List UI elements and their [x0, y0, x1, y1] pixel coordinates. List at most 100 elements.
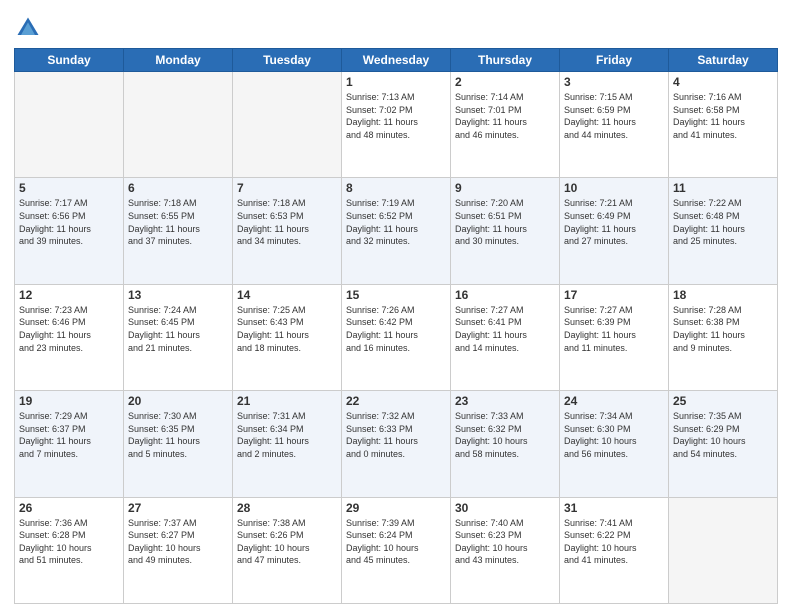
day-number: 17 [564, 288, 664, 302]
col-header-sunday: Sunday [15, 49, 124, 72]
day-number: 20 [128, 394, 228, 408]
day-info: Sunrise: 7:39 AM Sunset: 6:24 PM Dayligh… [346, 517, 446, 567]
day-number: 7 [237, 181, 337, 195]
day-info: Sunrise: 7:36 AM Sunset: 6:28 PM Dayligh… [19, 517, 119, 567]
day-number: 14 [237, 288, 337, 302]
day-info: Sunrise: 7:25 AM Sunset: 6:43 PM Dayligh… [237, 304, 337, 354]
day-info: Sunrise: 7:19 AM Sunset: 6:52 PM Dayligh… [346, 197, 446, 247]
calendar-cell: 21 Sunrise: 7:31 AM Sunset: 6:34 PM Dayli… [233, 391, 342, 497]
day-number: 21 [237, 394, 337, 408]
day-info: Sunrise: 7:35 AM Sunset: 6:29 PM Dayligh… [673, 410, 773, 460]
calendar-cell: 24 Sunrise: 7:34 AM Sunset: 6:30 PM Dayli… [560, 391, 669, 497]
day-info: Sunrise: 7:17 AM Sunset: 6:56 PM Dayligh… [19, 197, 119, 247]
day-info: Sunrise: 7:23 AM Sunset: 6:46 PM Dayligh… [19, 304, 119, 354]
calendar-cell [15, 72, 124, 178]
calendar-cell: 8 Sunrise: 7:19 AM Sunset: 6:52 PM Daylig… [342, 178, 451, 284]
day-number: 8 [346, 181, 446, 195]
day-info: Sunrise: 7:18 AM Sunset: 6:55 PM Dayligh… [128, 197, 228, 247]
calendar-cell: 27Sunrise: 7:37 AM Sunset: 6:27 PM Dayli… [124, 497, 233, 603]
col-header-wednesday: Wednesday [342, 49, 451, 72]
day-info: Sunrise: 7:40 AM Sunset: 6:23 PM Dayligh… [455, 517, 555, 567]
day-info: Sunrise: 7:18 AM Sunset: 6:53 PM Dayligh… [237, 197, 337, 247]
col-header-friday: Friday [560, 49, 669, 72]
logo-icon [14, 14, 42, 42]
day-info: Sunrise: 7:29 AM Sunset: 6:37 PM Dayligh… [19, 410, 119, 460]
calendar-cell: 14 Sunrise: 7:25 AM Sunset: 6:43 PM Dayli… [233, 284, 342, 390]
page: SundayMondayTuesdayWednesdayThursdayFrid… [0, 0, 792, 612]
day-number: 16 [455, 288, 555, 302]
calendar-cell: 16 Sunrise: 7:27 AM Sunset: 6:41 PM Dayli… [451, 284, 560, 390]
day-number: 30 [455, 501, 555, 515]
day-number: 1 [346, 75, 446, 89]
calendar-cell: 1 Sunrise: 7:13 AM Sunset: 7:02 PM Daylig… [342, 72, 451, 178]
day-number: 3 [564, 75, 664, 89]
day-info: Sunrise: 7:20 AM Sunset: 6:51 PM Dayligh… [455, 197, 555, 247]
day-info: Sunrise: 7:13 AM Sunset: 7:02 PM Dayligh… [346, 91, 446, 141]
col-header-saturday: Saturday [669, 49, 778, 72]
day-number: 2 [455, 75, 555, 89]
day-info: Sunrise: 7:34 AM Sunset: 6:30 PM Dayligh… [564, 410, 664, 460]
calendar-cell: 22 Sunrise: 7:32 AM Sunset: 6:33 PM Dayli… [342, 391, 451, 497]
day-number: 23 [455, 394, 555, 408]
calendar-cell: 13 Sunrise: 7:24 AM Sunset: 6:45 PM Dayli… [124, 284, 233, 390]
calendar-cell: 17 Sunrise: 7:27 AM Sunset: 6:39 PM Dayli… [560, 284, 669, 390]
day-number: 28 [237, 501, 337, 515]
calendar-cell: 26 Sunrise: 7:36 AM Sunset: 6:28 PM Dayli… [15, 497, 124, 603]
day-number: 26 [19, 501, 119, 515]
calendar-cell [233, 72, 342, 178]
day-number: 6 [128, 181, 228, 195]
day-info: Sunrise: 7:15 AM Sunset: 6:59 PM Dayligh… [564, 91, 664, 141]
calendar-cell [124, 72, 233, 178]
calendar-cell: 23 Sunrise: 7:33 AM Sunset: 6:32 PM Dayli… [451, 391, 560, 497]
day-number: 4 [673, 75, 773, 89]
day-number: 18 [673, 288, 773, 302]
day-number: 24 [564, 394, 664, 408]
day-number: 12 [19, 288, 119, 302]
calendar-cell: 18 Sunrise: 7:28 AM Sunset: 6:38 PM Dayli… [669, 284, 778, 390]
calendar-cell: 11 Sunrise: 7:22 AM Sunset: 6:48 PM Dayli… [669, 178, 778, 284]
day-info: Sunrise: 7:26 AM Sunset: 6:42 PM Dayligh… [346, 304, 446, 354]
calendar-cell: 6 Sunrise: 7:18 AM Sunset: 6:55 PM Daylig… [124, 178, 233, 284]
calendar-cell: 5Sunrise: 7:17 AM Sunset: 6:56 PM Daylig… [15, 178, 124, 284]
day-info: Sunrise: 7:21 AM Sunset: 6:49 PM Dayligh… [564, 197, 664, 247]
day-number: 13 [128, 288, 228, 302]
col-header-tuesday: Tuesday [233, 49, 342, 72]
day-info: Sunrise: 7:31 AM Sunset: 6:34 PM Dayligh… [237, 410, 337, 460]
day-number: 31 [564, 501, 664, 515]
calendar-cell: 4 Sunrise: 7:16 AM Sunset: 6:58 PM Daylig… [669, 72, 778, 178]
day-number: 10 [564, 181, 664, 195]
day-info: Sunrise: 7:30 AM Sunset: 6:35 PM Dayligh… [128, 410, 228, 460]
day-info: Sunrise: 7:14 AM Sunset: 7:01 PM Dayligh… [455, 91, 555, 141]
calendar-cell: 20 Sunrise: 7:30 AM Sunset: 6:35 PM Dayli… [124, 391, 233, 497]
logo [14, 14, 44, 42]
day-number: 25 [673, 394, 773, 408]
day-info: Sunrise: 7:27 AM Sunset: 6:41 PM Dayligh… [455, 304, 555, 354]
day-info: Sunrise: 7:32 AM Sunset: 6:33 PM Dayligh… [346, 410, 446, 460]
calendar-cell: 10 Sunrise: 7:21 AM Sunset: 6:49 PM Dayli… [560, 178, 669, 284]
calendar-cell: 15 Sunrise: 7:26 AM Sunset: 6:42 PM Dayli… [342, 284, 451, 390]
calendar-cell: 30 Sunrise: 7:40 AM Sunset: 6:23 PM Dayli… [451, 497, 560, 603]
day-info: Sunrise: 7:24 AM Sunset: 6:45 PM Dayligh… [128, 304, 228, 354]
calendar-cell: 2 Sunrise: 7:14 AM Sunset: 7:01 PM Daylig… [451, 72, 560, 178]
calendar-cell [669, 497, 778, 603]
day-info: Sunrise: 7:38 AM Sunset: 6:26 PM Dayligh… [237, 517, 337, 567]
col-header-thursday: Thursday [451, 49, 560, 72]
calendar-cell: 31Sunrise: 7:41 AM Sunset: 6:22 PM Dayli… [560, 497, 669, 603]
calendar-cell: 19 Sunrise: 7:29 AM Sunset: 6:37 PM Dayli… [15, 391, 124, 497]
day-number: 15 [346, 288, 446, 302]
day-info: Sunrise: 7:16 AM Sunset: 6:58 PM Dayligh… [673, 91, 773, 141]
day-number: 22 [346, 394, 446, 408]
calendar-cell: 28 Sunrise: 7:38 AM Sunset: 6:26 PM Dayli… [233, 497, 342, 603]
col-header-monday: Monday [124, 49, 233, 72]
calendar-cell: 9Sunrise: 7:20 AM Sunset: 6:51 PM Daylig… [451, 178, 560, 284]
calendar-cell: 3 Sunrise: 7:15 AM Sunset: 6:59 PM Daylig… [560, 72, 669, 178]
day-info: Sunrise: 7:22 AM Sunset: 6:48 PM Dayligh… [673, 197, 773, 247]
day-info: Sunrise: 7:27 AM Sunset: 6:39 PM Dayligh… [564, 304, 664, 354]
calendar-table: SundayMondayTuesdayWednesdayThursdayFrid… [14, 48, 778, 604]
day-info: Sunrise: 7:33 AM Sunset: 6:32 PM Dayligh… [455, 410, 555, 460]
day-number: 11 [673, 181, 773, 195]
header [14, 10, 778, 42]
day-number: 19 [19, 394, 119, 408]
calendar-cell: 7 Sunrise: 7:18 AM Sunset: 6:53 PM Daylig… [233, 178, 342, 284]
day-info: Sunrise: 7:28 AM Sunset: 6:38 PM Dayligh… [673, 304, 773, 354]
